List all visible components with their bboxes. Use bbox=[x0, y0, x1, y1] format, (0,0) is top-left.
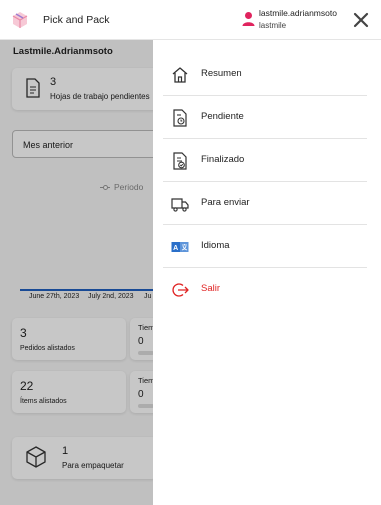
menu-item-para-enviar[interactable]: Para enviar bbox=[163, 182, 367, 225]
truck-icon bbox=[171, 198, 189, 212]
user-icon[interactable] bbox=[242, 11, 255, 27]
close-menu-button[interactable] bbox=[352, 11, 370, 29]
svg-text:A: A bbox=[173, 245, 178, 252]
user-role: lastmile bbox=[259, 21, 287, 30]
logout-icon bbox=[172, 283, 189, 297]
app-title: Pick and Pack bbox=[43, 14, 110, 26]
pending-doc-icon bbox=[173, 109, 187, 127]
menu-backdrop[interactable] bbox=[0, 40, 153, 505]
app-logo-icon bbox=[12, 12, 28, 28]
app-header: Pick and Pack lastmile.adrianmsoto lastm… bbox=[0, 0, 381, 40]
finished-doc-icon bbox=[173, 152, 187, 170]
user-name: lastmile.adrianmsoto bbox=[259, 8, 337, 18]
menu-item-resumen[interactable]: Resumen bbox=[163, 53, 367, 96]
menu-item-idioma[interactable]: A Idioma bbox=[163, 225, 367, 268]
language-icon: A bbox=[171, 242, 189, 252]
menu-label: Idioma bbox=[201, 240, 230, 251]
menu-item-salir[interactable]: Salir bbox=[163, 268, 367, 311]
menu-label: Finalizado bbox=[201, 154, 245, 165]
menu-label: Salir bbox=[201, 283, 221, 294]
home-icon bbox=[172, 67, 188, 83]
menu-label: Para enviar bbox=[201, 197, 250, 208]
menu-label: Resumen bbox=[201, 68, 242, 79]
menu-label: Pendiente bbox=[201, 111, 244, 122]
menu-item-finalizado[interactable]: Finalizado bbox=[163, 139, 367, 182]
side-menu: Resumen Pendiente Finalizado Para enviar bbox=[153, 40, 381, 505]
menu-item-pendiente[interactable]: Pendiente bbox=[163, 96, 367, 139]
